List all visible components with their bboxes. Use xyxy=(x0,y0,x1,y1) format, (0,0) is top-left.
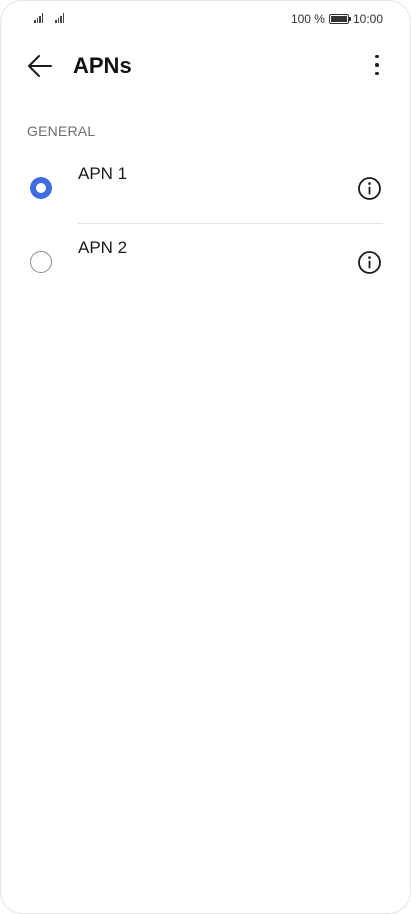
list-item-apn-1[interactable]: APN 1 xyxy=(0,150,411,224)
battery-icon xyxy=(328,14,351,24)
apn-list: APN 1 APN 2 xyxy=(0,150,411,298)
signal-icon xyxy=(34,13,43,23)
screen: 100 % 10:00 APNs GENERAL APN 1 APN 2 xyxy=(0,0,411,914)
info-icon xyxy=(358,251,381,274)
page-title: APNs xyxy=(73,53,132,78)
battery-percent: 100 % xyxy=(290,12,325,26)
clock: 10:00 xyxy=(352,12,383,26)
list-item-apn-2[interactable]: APN 2 xyxy=(0,224,411,298)
radio-button-selected[interactable] xyxy=(30,177,52,199)
arrow-left-icon xyxy=(28,55,52,77)
signal-icon xyxy=(55,13,64,23)
status-bar: 100 % 10:00 xyxy=(0,0,411,40)
info-icon xyxy=(358,177,381,200)
info-button[interactable] xyxy=(357,176,382,201)
section-header-general: GENERAL xyxy=(27,123,96,139)
more-vertical-icon xyxy=(375,54,379,59)
back-button[interactable] xyxy=(26,52,54,80)
apn-name: APN 2 xyxy=(78,238,128,257)
more-options-button[interactable] xyxy=(365,50,389,80)
radio-button-unselected[interactable] xyxy=(30,251,52,273)
app-bar: APNs xyxy=(0,40,411,92)
status-right: 100 % 10:00 xyxy=(291,12,383,26)
info-button[interactable] xyxy=(357,250,382,275)
apn-name: APN 1 xyxy=(78,164,128,183)
